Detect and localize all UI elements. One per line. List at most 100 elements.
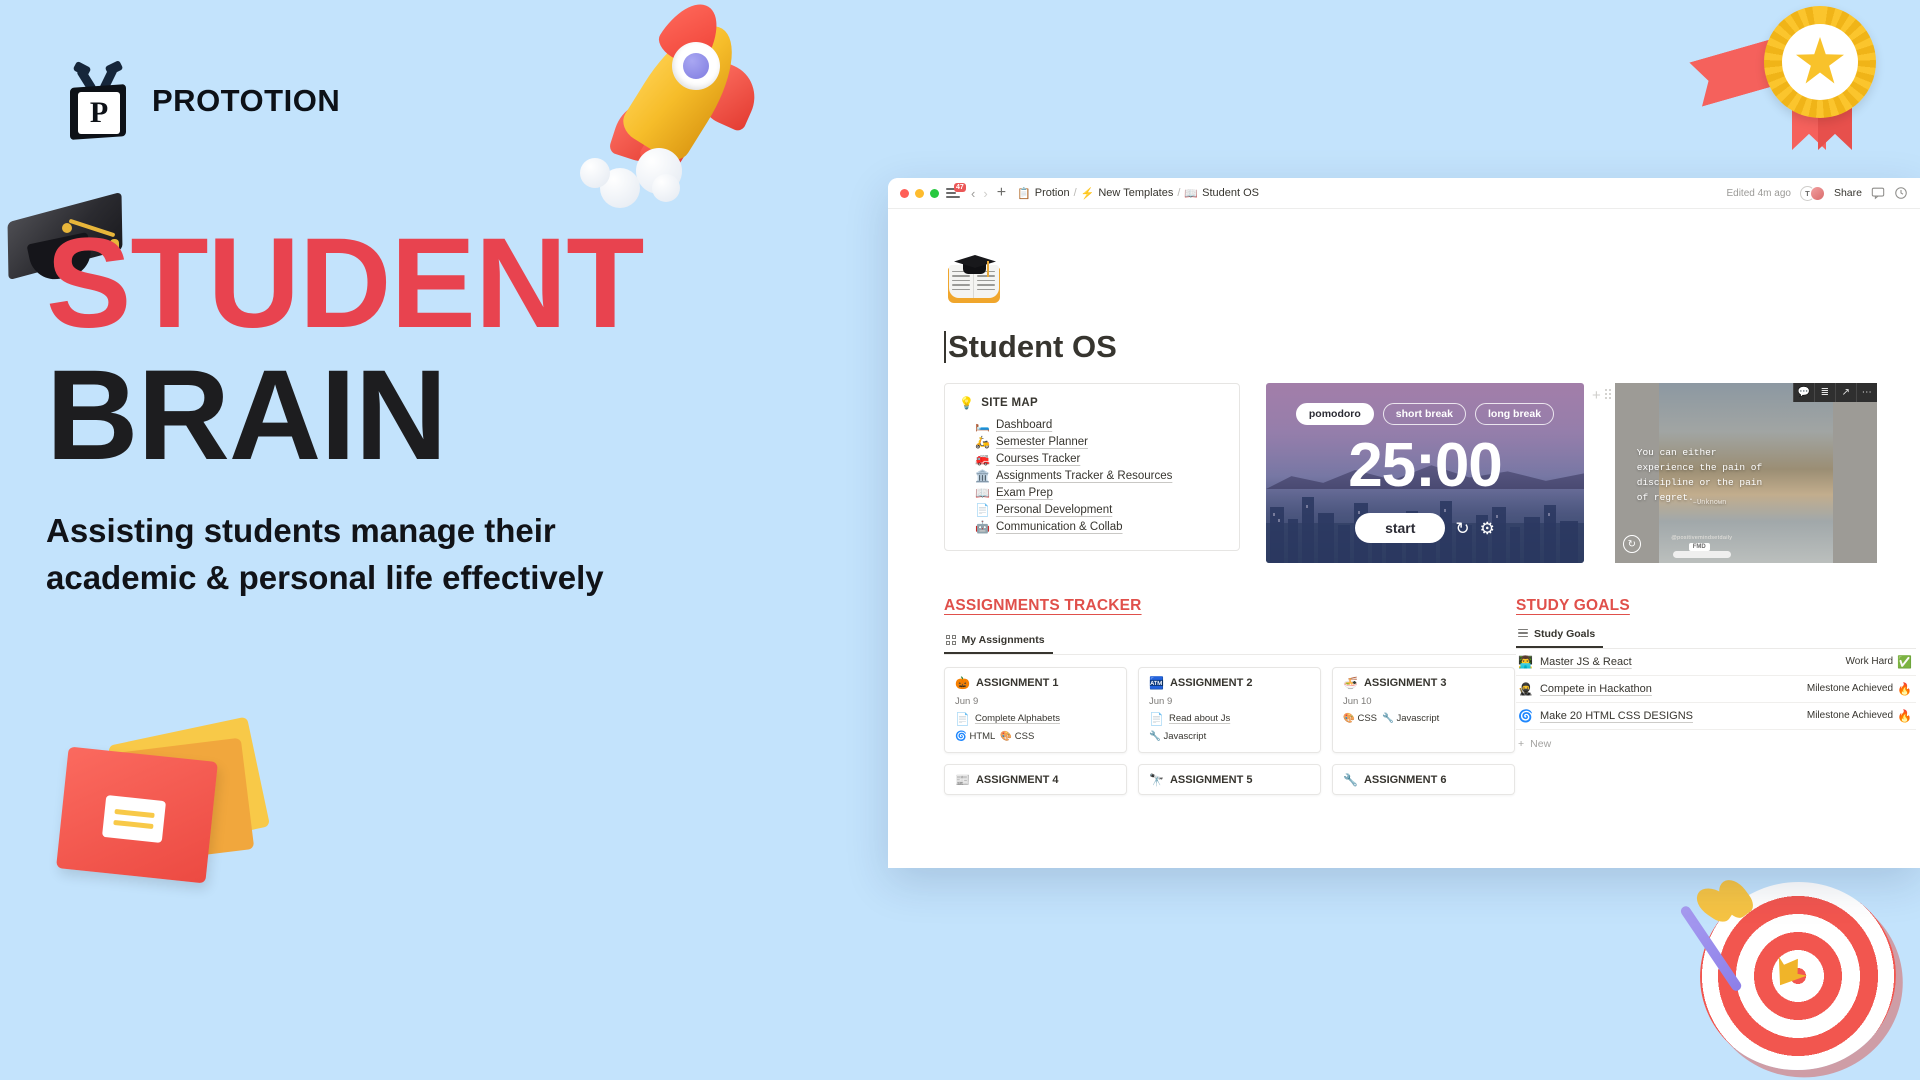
gift-box-p-icon: P: [62, 59, 134, 140]
expand-icon[interactable]: ↗: [1834, 383, 1856, 402]
caption-icon[interactable]: ≣: [1813, 383, 1835, 402]
assignment-card[interactable]: 🔭 ASSIGNMENT 5: [1138, 763, 1321, 795]
goal-status: Milestone Achieved: [1806, 683, 1894, 695]
building-icon: 🏛️: [975, 468, 990, 483]
page-title-text: Student OS: [948, 329, 1117, 364]
rocket-illustration: [580, 0, 790, 223]
history-clock-icon[interactable]: [1894, 186, 1908, 200]
quote-pill: [1672, 551, 1731, 558]
graduation-book-icon[interactable]: [946, 253, 1002, 309]
tab-my-assignments[interactable]: My Assignments: [944, 634, 1053, 654]
new-goal-button[interactable]: + New: [1516, 730, 1916, 750]
sidebar-item-assignments-tracker[interactable]: 🏛️ Assignments Tracker & Resources: [975, 467, 1225, 484]
ninja-icon: 🥷: [1518, 681, 1533, 696]
breadcrumb-icon-1: ⚡: [1080, 187, 1095, 200]
bed-icon: 🛏️: [975, 417, 990, 432]
page-content: Student OS 💡 SITE MAP 🛏️ Dashboard 🛵 Sem…: [888, 209, 1920, 868]
gear-icon[interactable]: ⚙: [1480, 520, 1495, 537]
hero-subtitle: Assisting students manage their academic…: [46, 512, 604, 596]
forward-button[interactable]: ›: [983, 186, 987, 201]
site-map-label: Semester Planner: [995, 435, 1088, 448]
minimize-window-button[interactable]: [915, 188, 924, 198]
breadcrumb-item-student-os[interactable]: Student OS: [1202, 187, 1259, 199]
cyclone-icon: 🌀: [1518, 708, 1533, 723]
new-label: New: [1530, 737, 1552, 750]
goal-row[interactable]: 🥷 Compete in Hackathon Milestone Achieve…: [1516, 676, 1916, 703]
pomodoro-widget[interactable]: pomodoro short break long break 25:00 st…: [1266, 383, 1584, 563]
tab-long-break[interactable]: long break: [1474, 403, 1555, 425]
sidebar-item-communication-collab[interactable]: 🤖 Communication & Collab: [975, 518, 1225, 535]
embed-toolbar: 💬 ≣ ↗ ⋯: [1792, 383, 1877, 402]
sidebar-toggle-icon[interactable]: 47: [946, 183, 966, 200]
avatar-group[interactable]: T: [1799, 185, 1825, 201]
scooter-icon: 🛵: [975, 434, 990, 449]
book-icon: 📖: [975, 485, 990, 500]
assignment-tag[interactable]: 🎨 CSS: [1000, 731, 1034, 742]
assignment-card[interactable]: 🔧 ASSIGNMENT 6: [1332, 763, 1515, 795]
sidebar-item-semester-planner[interactable]: 🛵 Semester Planner: [975, 433, 1225, 450]
site-map-label: Dashboard: [995, 418, 1053, 431]
app-window: 47 ‹ › + 📋 Protion / ⚡ New Templates / 📖…: [888, 178, 1920, 868]
assignment-tag[interactable]: 🌀 HTML: [955, 731, 995, 742]
window-controls[interactable]: [900, 188, 939, 198]
reset-icon[interactable]: ↻: [1455, 520, 1469, 537]
sidebar-item-courses-tracker[interactable]: 🚒 Courses Tracker: [975, 450, 1225, 467]
assignments-section-title[interactable]: ASSIGNMENTS TRACKER: [944, 597, 1142, 615]
breadcrumb-item-protion[interactable]: Protion: [1035, 187, 1070, 199]
comment-icon[interactable]: 💬: [1792, 383, 1814, 402]
sidebar-item-personal-development[interactable]: 📄 Personal Development: [975, 501, 1225, 518]
assignments-tracker-section: ASSIGNMENTS TRACKER My Assignments 🎃 ASS…: [944, 597, 1516, 795]
quote-widget[interactable]: You can either experience the pain of di…: [1614, 383, 1877, 563]
assignment-tag[interactable]: 🔧 Javascript: [1149, 731, 1206, 742]
goal-row[interactable]: 🌀 Make 20 HTML CSS DESIGNS Milestone Ach…: [1516, 703, 1916, 730]
quote-handle: @positivemindsetdaily: [1671, 535, 1733, 541]
award-ribbon-illustration: [1742, 2, 1882, 152]
study-goals-section-title[interactable]: STUDY GOALS: [1516, 597, 1630, 615]
site-map-label: Communication & Collab: [995, 520, 1123, 533]
assignment-cards: 🎃 ASSIGNMENT 1 Jun 9 📄 Complete Alphabet…: [944, 666, 1516, 795]
comment-icon[interactable]: [1871, 186, 1885, 200]
add-block-button[interactable]: +: [1592, 387, 1601, 404]
breadcrumb-icon-0: 📋: [1017, 187, 1031, 200]
assignment-tag[interactable]: 🔧 Javascript: [1382, 713, 1439, 724]
close-window-button[interactable]: [900, 188, 909, 198]
goal-name: Make 20 HTML CSS DESIGNS: [1539, 709, 1693, 722]
assignment-card[interactable]: 🎃 ASSIGNMENT 1 Jun 9 📄 Complete Alphabet…: [944, 666, 1127, 753]
assignment-task[interactable]: Complete Alphabets: [975, 713, 1060, 724]
breadcrumb-item-new-templates[interactable]: New Templates: [1098, 187, 1173, 199]
new-page-button[interactable]: +: [997, 185, 1006, 201]
site-map-header: 💡 SITE MAP: [959, 397, 1225, 409]
more-options-icon[interactable]: ⋯: [1855, 383, 1877, 402]
refresh-icon[interactable]: ↻: [1622, 535, 1641, 553]
maximize-window-button[interactable]: [930, 188, 939, 198]
goal-row[interactable]: 👨‍💻 Master JS & React Work Hard ✅: [1516, 649, 1916, 676]
back-button[interactable]: ‹: [971, 186, 975, 201]
grid-view-icon: [946, 635, 956, 645]
window-titlebar: 47 ‹ › + 📋 Protion / ⚡ New Templates / 📖…: [888, 178, 1920, 209]
tab-short-break[interactable]: short break: [1382, 403, 1466, 425]
assignment-task[interactable]: Read about Js: [1169, 713, 1230, 724]
tab-study-goals[interactable]: Study Goals: [1516, 628, 1604, 648]
sidebar-item-exam-prep[interactable]: 📖 Exam Prep: [975, 484, 1225, 501]
brand-logo: P PROTOTION: [62, 59, 340, 140]
drag-handle-icon[interactable]: [1604, 389, 1611, 399]
quote-watermark: FMD: [1688, 543, 1710, 551]
newspaper-icon: 📰: [955, 772, 970, 787]
assignment-card[interactable]: 🍜 ASSIGNMENT 3 Jun 10 🎨 CSS 🔧 Javascript: [1332, 666, 1515, 753]
assignment-tag[interactable]: 🎨 CSS: [1343, 713, 1377, 724]
assignment-card[interactable]: 🏧 ASSIGNMENT 2 Jun 9 📄 Read about Js 🔧 J…: [1138, 666, 1321, 753]
page-title[interactable]: Student OS: [944, 329, 1920, 365]
sidebar-item-dashboard[interactable]: 🛏️ Dashboard: [975, 416, 1225, 433]
tab-pomodoro[interactable]: pomodoro: [1295, 403, 1374, 425]
assignment-title: ASSIGNMENT 3: [1363, 676, 1447, 689]
quote-column: + You can either experience the pain of …: [1592, 383, 1877, 563]
share-button[interactable]: Share: [1834, 187, 1862, 199]
wrench-icon: 🔧: [1343, 772, 1358, 787]
pumpkin-icon: 🎃: [955, 675, 970, 690]
start-button[interactable]: start: [1355, 513, 1446, 543]
assignment-title: ASSIGNMENT 2: [1169, 676, 1253, 689]
avatar[interactable]: [1809, 185, 1825, 201]
assignment-card[interactable]: 📰 ASSIGNMENT 4: [944, 763, 1127, 795]
hero-headline: STUDENT BRAIN: [46, 219, 726, 479]
edited-timestamp: Edited 4m ago: [1726, 187, 1791, 199]
